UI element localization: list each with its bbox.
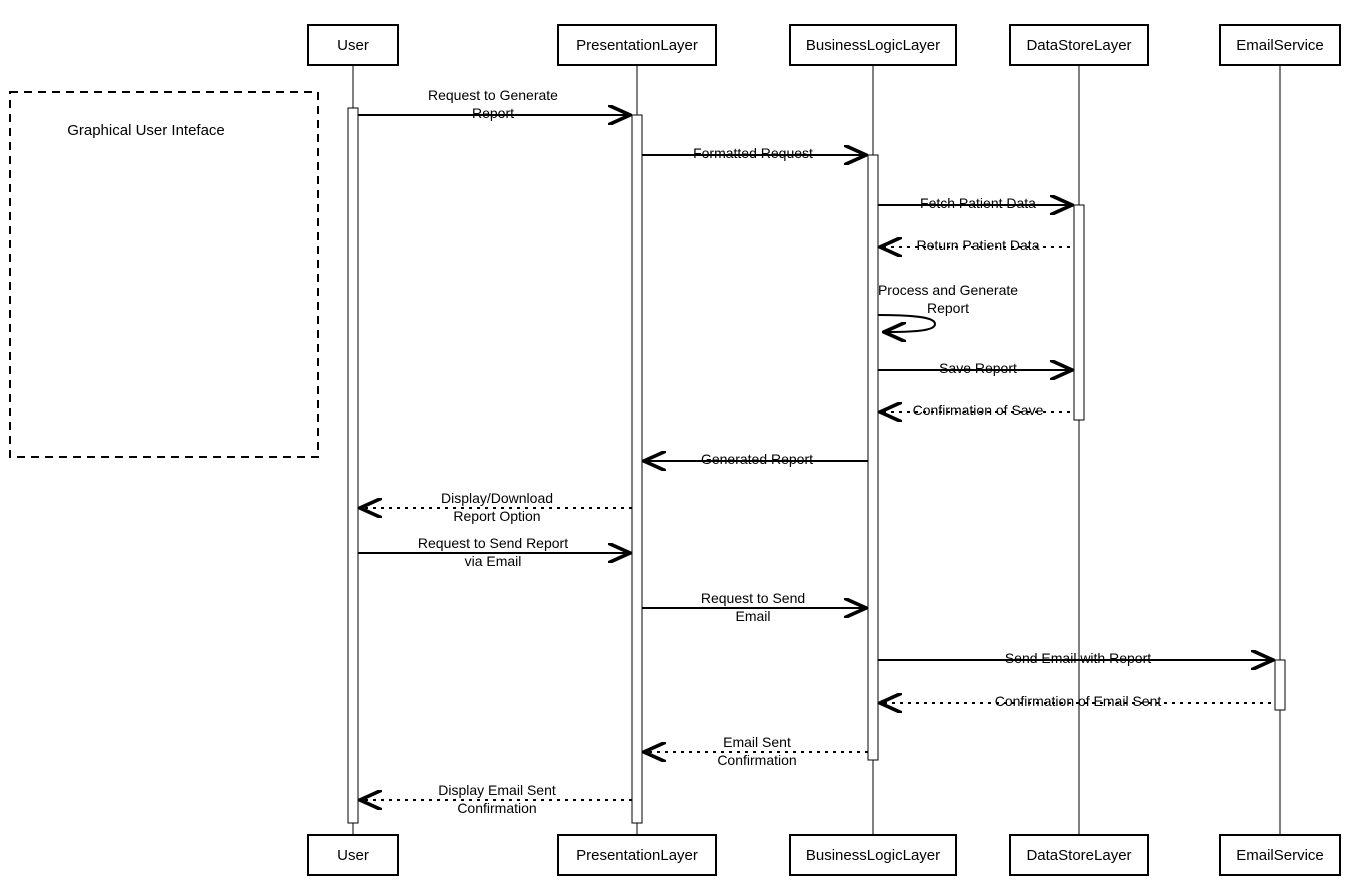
msg-self-process-generate: Process and Generate Report xyxy=(878,282,1018,332)
svg-text:Confirmation of Email Sent: Confirmation of Email Sent xyxy=(995,693,1162,709)
participant-presentation-bottom: PresentationLayer xyxy=(558,835,716,875)
svg-text:User: User xyxy=(337,37,369,54)
svg-text:via Email: via Email xyxy=(465,553,522,569)
svg-text:Request to Generate: Request to Generate xyxy=(428,87,558,103)
svg-text:Generated Report: Generated Report xyxy=(701,451,813,467)
activation-email xyxy=(1275,660,1285,710)
participant-presentation-top: PresentationLayer xyxy=(558,25,716,65)
sequence-diagram: Graphical User Inteface User Presentatio… xyxy=(0,0,1366,890)
svg-text:Confirmation: Confirmation xyxy=(717,752,796,768)
activation-datastore xyxy=(1074,205,1084,420)
svg-text:Report: Report xyxy=(472,105,514,121)
note-gui xyxy=(10,92,318,457)
svg-text:BusinessLogicLayer: BusinessLogicLayer xyxy=(806,37,940,54)
svg-text:Email: Email xyxy=(735,608,770,624)
activation-presentation xyxy=(632,115,642,823)
svg-text:EmailService: EmailService xyxy=(1236,847,1324,864)
svg-text:BusinessLogicLayer: BusinessLogicLayer xyxy=(806,847,940,864)
participant-business-top: BusinessLogicLayer xyxy=(790,25,956,65)
participant-user-top: User xyxy=(308,25,398,65)
svg-text:DataStoreLayer: DataStoreLayer xyxy=(1026,37,1131,54)
svg-text:Request to Send Report: Request to Send Report xyxy=(418,535,568,551)
participant-business-bottom: BusinessLogicLayer xyxy=(790,835,956,875)
participant-datastore-bottom: DataStoreLayer xyxy=(1010,835,1148,875)
svg-text:User: User xyxy=(337,847,369,864)
svg-text:Confirmation of Save: Confirmation of Save xyxy=(913,402,1044,418)
svg-text:PresentationLayer: PresentationLayer xyxy=(576,37,698,54)
svg-text:Fetch Patient Data: Fetch Patient Data xyxy=(920,195,1036,211)
activation-business xyxy=(868,155,878,760)
svg-text:EmailService: EmailService xyxy=(1236,37,1324,54)
svg-text:Email Sent: Email Sent xyxy=(723,734,791,750)
participant-email-bottom: EmailService xyxy=(1220,835,1340,875)
svg-text:Confirmation: Confirmation xyxy=(457,800,536,816)
note-gui-text: Graphical User Inteface xyxy=(67,122,225,139)
svg-text:Request to Send: Request to Send xyxy=(701,590,805,606)
svg-text:DataStoreLayer: DataStoreLayer xyxy=(1026,847,1131,864)
participant-datastore-top: DataStoreLayer xyxy=(1010,25,1148,65)
activation-user xyxy=(348,108,358,823)
svg-text:Report: Report xyxy=(927,300,969,316)
svg-text:Send Email with Report: Send Email with Report xyxy=(1005,650,1151,666)
svg-text:Display Email Sent: Display Email Sent xyxy=(438,782,556,798)
svg-text:Report Option: Report Option xyxy=(453,508,540,524)
svg-text:PresentationLayer: PresentationLayer xyxy=(576,847,698,864)
svg-text:Formatted Request: Formatted Request xyxy=(693,145,813,161)
svg-text:Process and Generate: Process and Generate xyxy=(878,282,1018,298)
svg-text:Return Patient Data: Return Patient Data xyxy=(917,237,1040,253)
participant-email-top: EmailService xyxy=(1220,25,1340,65)
participant-user-bottom: User xyxy=(308,835,398,875)
svg-text:Display/Download: Display/Download xyxy=(441,490,553,506)
svg-text:Save Report: Save Report xyxy=(939,360,1017,376)
